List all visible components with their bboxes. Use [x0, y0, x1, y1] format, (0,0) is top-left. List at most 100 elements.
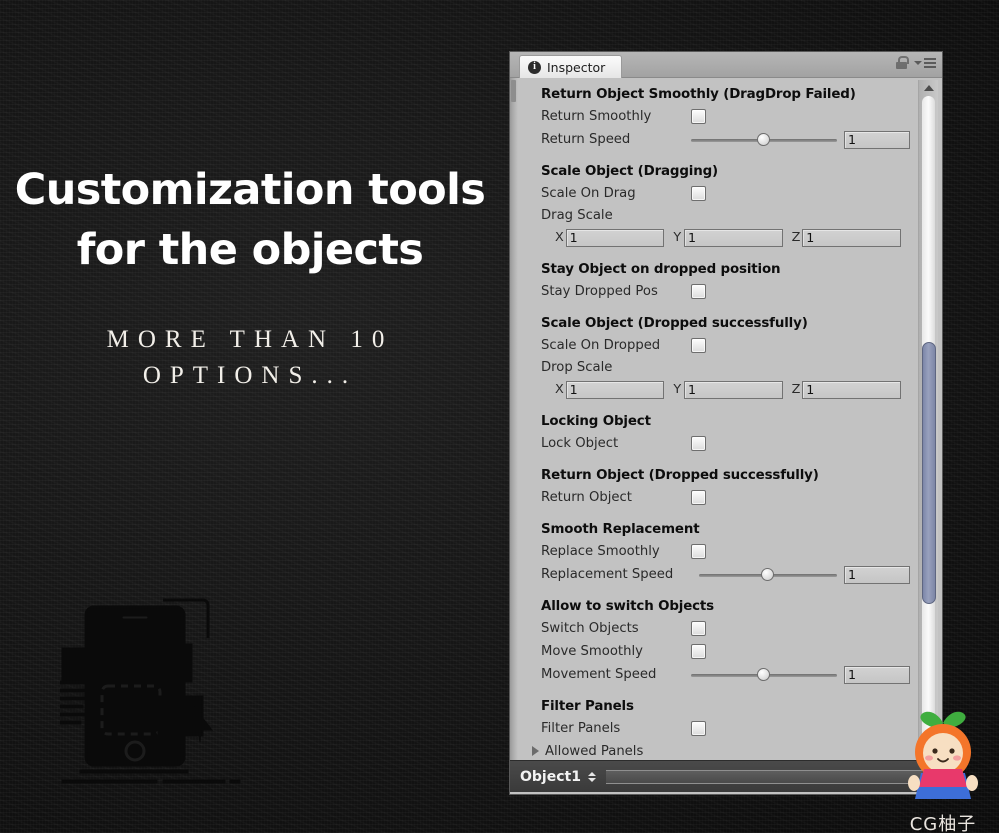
checkbox-stay-dropped-pos[interactable] — [691, 284, 706, 299]
inspector-properties-list: Return Object Smoothly (DragDrop Failed)… — [518, 78, 914, 760]
scroll-up-button[interactable] — [919, 80, 939, 96]
property-row[interactable]: Switch Objects — [522, 617, 910, 640]
property-group: Scale Object (Dragging) Scale On Drag Dr… — [522, 161, 910, 249]
property-row[interactable]: Return Speed 1 — [522, 128, 910, 151]
vector-field-x[interactable]: 1 — [565, 380, 665, 399]
checkbox-lock-object[interactable] — [691, 436, 706, 451]
property-row[interactable]: Movement Speed 1 — [522, 663, 910, 686]
property-group: Return Object Smoothly (DragDrop Failed)… — [522, 84, 910, 151]
property-label: Move Smoothly — [541, 644, 643, 659]
vector-field-y[interactable]: 1 — [683, 380, 783, 399]
property-group: Filter Panels Filter Panels Allowed Pane… — [522, 696, 910, 762]
property-row[interactable]: Replacement Speed 1 — [522, 563, 910, 586]
checkbox-return-object[interactable] — [691, 490, 706, 505]
promo-subtitle-line-1: MORE THAN 10 — [106, 326, 394, 353]
footer-object-selector[interactable]: Object1 — [520, 769, 596, 785]
slider-handle[interactable] — [761, 567, 775, 581]
property-group: Return Object (Dropped successfully) Ret… — [522, 465, 910, 509]
slider-movement-speed[interactable] — [691, 667, 837, 683]
group-title: Filter Panels — [541, 699, 634, 714]
axis-label-x: X — [555, 230, 564, 245]
lock-icon[interactable] — [896, 56, 909, 69]
numfield-movement-speed[interactable]: 1 — [844, 665, 910, 684]
vector-field-x[interactable]: 1 — [565, 228, 665, 247]
vector-field-z[interactable]: 1 — [802, 228, 901, 247]
property-label: Scale On Drag — [541, 186, 636, 201]
checkbox-filter-panels[interactable] — [691, 721, 706, 736]
inspector-tabstrip-actions — [896, 56, 936, 69]
inspector-left-edge-notch — [511, 80, 516, 102]
menu-icon[interactable] — [914, 57, 936, 68]
vector-field-y[interactable]: 1 — [683, 228, 783, 247]
axis-label-z: Z — [791, 230, 801, 245]
property-sublabel: Drop Scale — [541, 360, 613, 375]
promo-subtitle-line-2: OPTIONS... — [142, 362, 358, 389]
vector3-drag-scale[interactable]: X 1 Y 1 Z 1 — [522, 226, 910, 249]
foldout-allowed-panels[interactable]: Allowed Panels — [522, 740, 910, 762]
group-title: Stay Object on dropped position — [541, 262, 781, 277]
property-sublabel: Drag Scale — [541, 208, 613, 223]
axis-label-y: Y — [673, 230, 682, 245]
property-label: Return Object — [541, 490, 632, 505]
numfield-return-speed[interactable]: 1 — [844, 130, 910, 149]
drag-drop-illustration — [54, 578, 280, 793]
info-icon: i — [528, 60, 541, 74]
hamburger-lines-icon — [924, 57, 936, 68]
inspector-window: i Inspector Return Object Smoothly (Drag… — [510, 52, 942, 794]
property-row[interactable]: Filter Panels — [522, 717, 910, 740]
property-label: Movement Speed — [541, 667, 657, 682]
checkbox-move-smoothly[interactable] — [691, 644, 706, 659]
vertical-scrollbar[interactable] — [918, 80, 938, 758]
mascot-icon — [908, 711, 978, 799]
numfield-replacement-speed[interactable]: 1 — [844, 565, 910, 584]
property-label: Return Speed — [541, 132, 631, 147]
property-row[interactable]: Scale On Dropped — [522, 334, 910, 357]
checkbox-switch-objects[interactable] — [691, 621, 706, 636]
property-row[interactable]: Return Smoothly — [522, 105, 910, 128]
chevron-down-icon — [914, 60, 922, 65]
checkbox-replace-smoothly[interactable] — [691, 544, 706, 559]
checkbox-scale-on-dropped[interactable] — [691, 338, 706, 353]
property-label: Switch Objects — [541, 621, 639, 636]
arrow-up-icon — [924, 85, 934, 91]
property-group: Stay Object on dropped position Stay Dro… — [522, 259, 910, 303]
property-row[interactable]: Replace Smoothly — [522, 540, 910, 563]
group-title: Smooth Replacement — [541, 522, 700, 537]
checkbox-return-smoothly[interactable] — [691, 109, 706, 124]
property-row[interactable]: Move Smoothly — [522, 640, 910, 663]
property-group: Locking Object Lock Object — [522, 411, 910, 455]
group-title: Locking Object — [541, 414, 651, 429]
property-row[interactable]: Return Object — [522, 486, 910, 509]
axis-label-z: Z — [791, 382, 801, 397]
inspector-footer: Object1 — [510, 760, 942, 792]
property-label: Return Smoothly — [541, 109, 652, 124]
tab-inspector[interactable]: i Inspector — [519, 55, 623, 78]
slider-replacement-speed[interactable] — [699, 567, 837, 583]
axis-label-x: X — [555, 382, 564, 397]
scrollbar-thumb[interactable] — [922, 342, 936, 604]
property-row[interactable]: Lock Object — [522, 432, 910, 455]
slider-handle[interactable] — [756, 132, 770, 146]
inspector-body: Return Object Smoothly (DragDrop Failed)… — [510, 78, 942, 792]
property-label: Scale On Dropped — [541, 338, 661, 353]
inspector-tabstrip: i Inspector — [510, 52, 942, 78]
triangle-right-icon[interactable] — [532, 746, 539, 756]
up-down-arrows-icon[interactable] — [587, 771, 596, 782]
property-label: Filter Panels — [541, 721, 621, 736]
slider-return-speed[interactable] — [691, 132, 837, 148]
footer-progress-bar — [605, 769, 936, 784]
cg-watermark-text: CG柚子 — [909, 814, 977, 833]
vector-field-z[interactable]: 1 — [802, 380, 901, 399]
property-label: Replacement Speed — [541, 567, 674, 582]
slider-handle[interactable] — [756, 667, 770, 681]
checkbox-scale-on-drag[interactable] — [691, 186, 706, 201]
vector3-drop-scale[interactable]: X 1 Y 1 Z 1 — [522, 378, 910, 401]
property-row[interactable]: Stay Dropped Pos — [522, 280, 910, 303]
property-row[interactable]: Scale On Drag — [522, 182, 910, 205]
